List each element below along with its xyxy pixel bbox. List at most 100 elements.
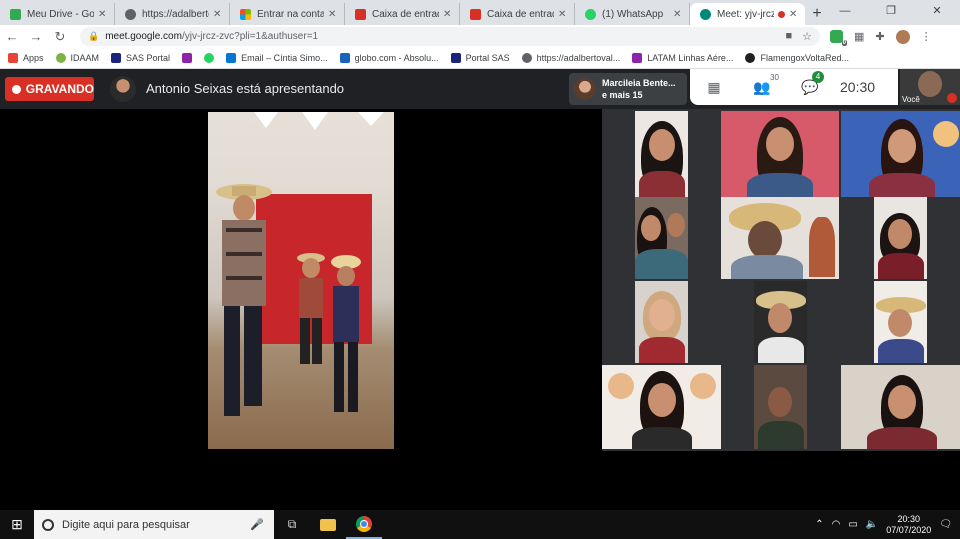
participant-tile[interactable] [841, 365, 960, 449]
microphone-icon[interactable]: 🎤 [250, 518, 264, 531]
people-icon[interactable]: 👥 30 [738, 73, 786, 96]
volume-icon[interactable]: 🔈 [866, 519, 878, 530]
participant-tile[interactable] [635, 111, 688, 197]
taskbar-search[interactable]: Digite aqui para pesquisar 🎤 [34, 510, 274, 539]
browser-toolbar: ← → ↻ 🔒 meet.google.com /yjv-jrcz-zvc?pl… [0, 25, 960, 48]
bookmark-sas-portal[interactable]: SAS Portal [111, 53, 170, 63]
taskbar-clock[interactable]: 20:30 07/07/2020 [886, 514, 931, 536]
tab-adalberto[interactable]: https://adalbertov ✕ [115, 3, 230, 25]
bookmark-globo[interactable]: globo.com - Absolu... [339, 53, 439, 63]
bookmark-label: IDAAM [70, 53, 100, 63]
bookmark-latam[interactable]: LATAM Linhas Aére... [632, 53, 733, 63]
participant-tile[interactable] [874, 281, 927, 363]
participant-tile[interactable] [721, 197, 839, 279]
close-icon[interactable]: ✕ [789, 9, 799, 20]
participant-video [632, 427, 692, 449]
close-icon[interactable]: ✕ [98, 9, 108, 20]
participant-chip[interactable]: Marcileia Bente... e mais 15 [569, 73, 687, 105]
close-icon[interactable]: ✕ [213, 9, 223, 20]
participant-chip-text: Marcileia Bente... e mais 15 [602, 77, 676, 101]
menu-icon[interactable]: ⋮ [921, 30, 932, 43]
close-icon[interactable]: ✕ [673, 9, 683, 20]
bookmark-label: https://adalbertoval... [536, 53, 621, 63]
bookmark-label: LATAM Linhas Aére... [647, 53, 734, 63]
bookmark-latam-1[interactable] [182, 53, 193, 63]
chat-icon[interactable]: 💬 4 [786, 70, 834, 96]
participant-video [766, 127, 794, 161]
participant-video [649, 129, 675, 161]
reload-icon[interactable]: ↻ [48, 29, 72, 45]
participant-video [641, 215, 661, 241]
window-controls: — ❐ ✕ [822, 0, 960, 25]
tab-drive[interactable]: Meu Drive - Goog ✕ [0, 3, 115, 25]
tab-gmail-2[interactable]: Caixa de entrada ✕ [460, 3, 575, 25]
maximize-icon[interactable]: ❐ [868, 0, 914, 25]
tab-meet[interactable]: Meet: yjv-jrcz ✕ [690, 3, 805, 25]
tab-title: Meu Drive - Goog [27, 8, 94, 20]
sas-icon [111, 53, 122, 63]
file-explorer-button[interactable] [310, 510, 346, 539]
minimize-icon[interactable]: — [822, 0, 868, 25]
back-icon[interactable]: ← [0, 29, 24, 44]
participant-tile[interactable] [754, 281, 807, 363]
camera-icon[interactable]: ■ [785, 30, 792, 43]
layout-grid-icon[interactable]: ▦ [690, 79, 738, 96]
presentation-video [208, 112, 394, 449]
participant-video [748, 221, 782, 259]
dancing-man [216, 184, 272, 416]
profile-avatar[interactable] [895, 29, 910, 44]
bookmark-email[interactable]: Email – Cíntia Simo... [226, 53, 328, 63]
bookmark-apps[interactable]: Apps [8, 53, 44, 63]
grid-extension-icon[interactable]: ▦ [854, 30, 864, 43]
close-icon[interactable]: ✕ [443, 9, 453, 20]
bookmark-star-icon[interactable]: ☆ [802, 30, 812, 43]
close-icon[interactable]: ✕ [558, 9, 568, 20]
participant-name: Marcileia Bente... [602, 78, 676, 88]
tab-microsoft-login[interactable]: Entrar na conta de ✕ [230, 3, 345, 25]
wifi-icon[interactable]: ◠ [832, 519, 841, 530]
bookmark-adalberto[interactable]: https://adalbertoval... [521, 53, 621, 63]
forward-icon[interactable]: → [24, 29, 48, 44]
address-bar[interactable]: 🔒 meet.google.com /yjv-jrcz-zvc?pli=1&au… [80, 27, 820, 46]
windows-start-icon[interactable]: ⊞ [0, 516, 34, 533]
tray-chevron-icon[interactable]: ⌃ [815, 519, 823, 530]
participant-tile[interactable] [635, 281, 688, 363]
notification-icon[interactable]: 🗨 [939, 519, 952, 530]
participant-more: e mais 15 [602, 90, 643, 100]
chrome-icon [356, 515, 372, 532]
participant-tile[interactable] [754, 365, 807, 449]
battery-icon[interactable]: ▭ [848, 519, 857, 530]
chrome-taskbar-button[interactable] [346, 510, 382, 539]
puzzle-icon[interactable]: ✚ [875, 30, 884, 43]
participant-tile[interactable] [721, 111, 839, 197]
whatsapp-icon [585, 8, 596, 20]
bookmark-flamengo[interactable]: FlamengoxVoltaRed... [745, 53, 849, 63]
task-view-icon[interactable]: ⧉ [274, 510, 310, 539]
drive-icon [10, 8, 21, 20]
lock-icon: 🔒 [88, 31, 100, 41]
url-path: /yjv-jrcz-zvc?pli=1&authuser=1 [181, 31, 319, 42]
bookmark-label: Portal SAS [465, 53, 510, 63]
participant-tile[interactable] [841, 111, 960, 197]
mic-muted-icon [947, 93, 957, 103]
tab-whatsapp[interactable]: (1) WhatsApp ✕ [575, 3, 690, 25]
idaam-icon [55, 53, 66, 63]
bookmark-whatsapp[interactable] [204, 53, 215, 63]
search-placeholder: Digite aqui para pesquisar [62, 518, 190, 531]
meet-top-bar: GRAVANDO Antonio Seixas está apresentand… [0, 69, 960, 109]
bookmark-idaam[interactable]: IDAAM [55, 53, 100, 63]
recording-button[interactable]: GRAVANDO [5, 77, 94, 101]
self-view-tile[interactable]: Você [900, 69, 960, 105]
bookmarks-bar: Apps IDAAM SAS Portal Email – Cíntia Sim… [0, 48, 960, 69]
extension-icon[interactable]: 0 [830, 30, 847, 46]
participant-tile[interactable] [874, 197, 927, 279]
participant-tile[interactable] [602, 365, 721, 449]
close-window-icon[interactable]: ✕ [914, 0, 960, 25]
bookmark-portal-sas[interactable]: Portal SAS [450, 53, 510, 63]
participant-tile[interactable] [635, 197, 688, 279]
dancing-child-1 [297, 253, 325, 364]
tab-title: (1) WhatsApp [602, 8, 664, 20]
tab-gmail-1[interactable]: Caixa de entrada ✕ [345, 3, 460, 25]
close-icon[interactable]: ✕ [328, 9, 338, 20]
bookmark-label: Apps [23, 53, 44, 63]
